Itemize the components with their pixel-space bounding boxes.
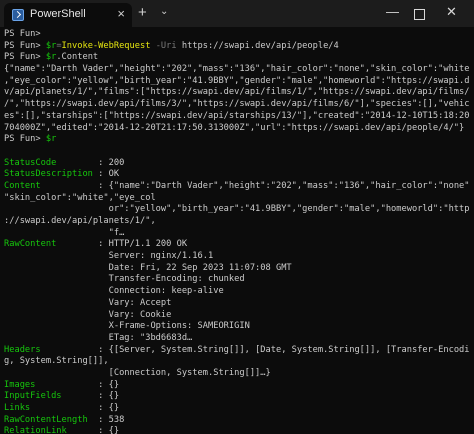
terminal-text: PS Fun> (4, 29, 41, 39)
terminal-line: PS Fun> $r (4, 134, 470, 146)
terminal-line: Headers : {[Server, System.String[]], [D… (4, 345, 470, 357)
terminal-line: Links : {} (4, 403, 470, 415)
terminal-line: PS Fun> (4, 29, 470, 41)
terminal-text: ://swapi.dev/api/planets/1/", (4, 216, 156, 226)
terminal-text: $r (45, 40, 57, 51)
terminal-line: RawContentLength : 538 (4, 415, 470, 427)
terminal-text: : {} (98, 379, 120, 390)
terminal-text: Links (4, 403, 99, 413)
terminal-text: /","https://swapi.dev/api/films/3/","htt… (4, 99, 470, 110)
close-window-button[interactable]: ✕ (446, 4, 457, 20)
terminal-text: Invoke-WebRequest (61, 40, 156, 51)
terminal-line: ETag: "3bd6683d… (4, 333, 470, 345)
terminal-text: X-Frame-Options: SAMEORIGIN (4, 321, 250, 332)
maximize-button[interactable] (414, 9, 425, 20)
minimize-button[interactable]: — (386, 4, 399, 19)
terminal-text: Connection: keep-alive (4, 286, 224, 297)
terminal-line: RelationLink : {} (4, 426, 470, 434)
terminal-text: "skin_color":"white","eye_col (4, 192, 156, 203)
terminal-text: es":[],"starships":["https://swapi.dev/a… (4, 110, 470, 121)
terminal-text: [Connection, System.String[]]…} (4, 367, 271, 378)
terminal-text: ETag: "3bd6683d… (4, 332, 193, 343)
terminal-line: "f… (4, 228, 470, 240)
terminal-text: : 538 (98, 414, 125, 425)
terminal-line: "skin_color":"white","eye_col (4, 193, 470, 205)
terminal-text: "f… (4, 227, 125, 238)
tab-powershell[interactable]: PowerShell × (4, 3, 132, 27)
terminal-text: Content (4, 180, 99, 191)
terminal-line: Images : {} (4, 380, 470, 392)
terminal-text: RelationLink (4, 426, 99, 434)
terminal-line: PS Fun> $r.Content (4, 52, 470, 64)
terminal-text: : {[Server, System.String[]], [Date, Sys… (98, 344, 470, 355)
terminal-line: es":[],"starships":["https://swapi.dev/a… (4, 111, 470, 123)
terminal-text: ,"eye_color":"yellow","birth_year":"41.9… (4, 75, 470, 86)
terminal-text: Vary: Accept (4, 297, 172, 308)
terminal-output[interactable]: PS Fun> PS Fun> $r=Invoke-WebRequest -Uri… (4, 29, 470, 434)
terminal-line: Vary: Cookie (4, 310, 470, 322)
terminal-line: [Connection, System.String[]]…} (4, 368, 470, 380)
terminal-text: : {} (98, 403, 120, 413)
terminal-text: $r (45, 52, 57, 63)
terminal-text: Vary: Cookie (4, 309, 172, 320)
terminal-text: StatusDescription (4, 169, 99, 180)
terminal-line: InputFields : {} (4, 391, 470, 403)
powershell-icon (12, 9, 24, 21)
terminal-line: Date: Fri, 22 Sep 2023 11:07:08 GMT (4, 263, 470, 275)
terminal-text: $r (45, 134, 57, 145)
terminal-text: PS Fun> (4, 134, 46, 145)
terminal-line: StatusCode : 200 (4, 158, 470, 170)
terminal-text: {"name":"Darth Vader","height":"202","ma… (4, 64, 470, 75)
terminal-text: PS Fun> (4, 40, 46, 51)
terminal-text: : {} (98, 391, 120, 402)
title-bar: PowerShell × + ⌄ — ✕ (0, 0, 474, 27)
terminal-line: ,"eye_color":"yellow","birth_year":"41.9… (4, 76, 470, 88)
tab-title: PowerShell (30, 8, 86, 20)
terminal-text: Transfer-Encoding: chunked (4, 274, 245, 285)
terminal-line: /","https://swapi.dev/api/films/3/","htt… (4, 99, 470, 111)
tab-dropdown-button[interactable]: ⌄ (160, 6, 168, 17)
terminal-text: .Content (56, 52, 99, 63)
terminal-line: or":"yellow","birth_year":"41.9BBY","gen… (4, 204, 470, 216)
terminal-text: or":"yellow","birth_year":"41.9BBY","gen… (4, 204, 470, 215)
terminal-text: InputFields (4, 391, 99, 402)
terminal-text: RawContent (4, 239, 99, 250)
terminal-text: : HTTP/1.1 200 OK (98, 239, 188, 250)
terminal-text: : OK (98, 169, 120, 180)
terminal-text: Server: nginx/1.16.1 (4, 251, 214, 262)
terminal-text: RawContentLength (4, 414, 99, 425)
terminal-text: -Uri (155, 40, 182, 51)
terminal-line: PS Fun> $r=Invoke-WebRequest -Uri https:… (4, 41, 470, 53)
terminal-line: X-Frame-Options: SAMEORIGIN (4, 321, 470, 333)
terminal-line: Connection: keep-alive (4, 286, 470, 298)
terminal-line: StatusDescription : OK (4, 169, 470, 181)
terminal-text: PS Fun> (4, 52, 46, 63)
terminal-text: : 200 (98, 157, 125, 168)
terminal-window: PowerShell × + ⌄ — ✕ PS Fun> PS Fun> $r=I… (0, 0, 474, 434)
terminal-line: 704000Z","edited":"2014-12-20T21:17:50.3… (4, 123, 470, 135)
terminal-text: https://swapi.dev/api/people/4 (181, 40, 339, 51)
terminal-text: StatusCode (4, 157, 99, 168)
terminal-text: g, System.String[]], (4, 356, 109, 367)
terminal-text: Images (4, 379, 99, 390)
terminal-line: Server: nginx/1.16.1 (4, 251, 470, 263)
terminal-text: Date: Fri, 22 Sep 2023 11:07:08 GMT (4, 262, 292, 273)
terminal-line: Content : {"name":"Darth Vader","height"… (4, 181, 470, 193)
terminal-line: ://swapi.dev/api/planets/1/", (4, 216, 470, 228)
terminal-text: Headers (4, 344, 99, 355)
terminal-line: g, System.String[]], (4, 356, 470, 368)
terminal-line: Vary: Accept (4, 298, 470, 310)
terminal-line: Transfer-Encoding: chunked (4, 274, 470, 286)
terminal-line: v/api/planets/1/","films":["https://swap… (4, 87, 470, 99)
terminal-line: {"name":"Darth Vader","height":"202","ma… (4, 64, 470, 76)
terminal-line: RawContent : HTTP/1.1 200 OK (4, 239, 470, 251)
terminal-text: : {"name":"Darth Vader","height":"202","… (98, 180, 470, 191)
tab-close-button[interactable]: × (117, 6, 125, 21)
terminal-text: 704000Z","edited":"2014-12-20T21:17:50.3… (4, 122, 465, 133)
terminal-text: : {} (98, 426, 120, 434)
terminal-text: v/api/planets/1/","films":["https://swap… (4, 87, 470, 98)
new-tab-button[interactable]: + (138, 4, 147, 21)
